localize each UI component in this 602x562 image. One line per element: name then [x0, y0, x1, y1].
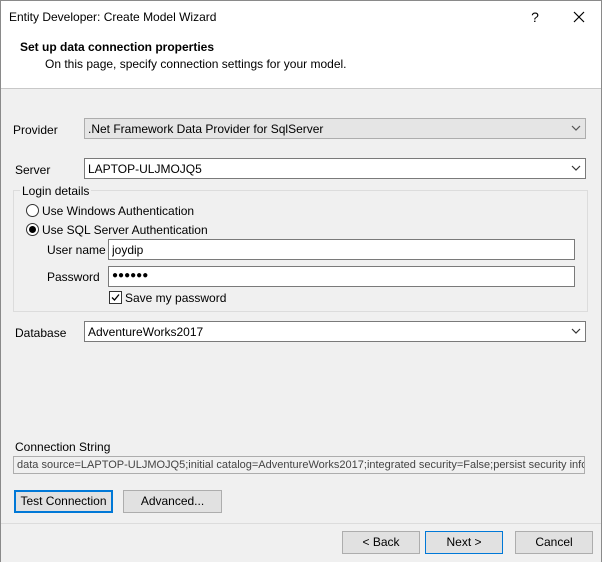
- server-value: LAPTOP-ULJMOJQ5: [88, 162, 202, 176]
- test-connection-button[interactable]: Test Connection: [14, 490, 113, 513]
- title-bar: Entity Developer: Create Model Wizard ?: [1, 1, 601, 33]
- provider-label: Provider: [13, 123, 58, 137]
- save-password-checkbox[interactable]: [109, 291, 122, 304]
- provider-value: .Net Framework Data Provider for SqlServ…: [88, 122, 324, 136]
- wizard-header: Set up data connection properties On thi…: [1, 33, 601, 89]
- username-label: User name: [47, 243, 106, 257]
- close-icon: [573, 11, 585, 23]
- login-details-legend: Login details: [20, 184, 92, 198]
- sql-auth-label[interactable]: Use SQL Server Authentication: [42, 223, 208, 237]
- save-password-label[interactable]: Save my password: [125, 291, 226, 305]
- database-combo[interactable]: AdventureWorks2017: [84, 321, 586, 342]
- chevron-down-icon: [571, 125, 581, 131]
- sql-auth-radio[interactable]: [26, 223, 39, 236]
- username-input[interactable]: [112, 242, 531, 257]
- provider-dropdown[interactable]: .Net Framework Data Provider for SqlServ…: [84, 118, 586, 139]
- create-model-wizard-window: Entity Developer: Create Model Wizard ? …: [0, 0, 602, 562]
- database-value: AdventureWorks2017: [88, 325, 204, 339]
- help-button[interactable]: ?: [518, 3, 552, 31]
- windows-auth-radio[interactable]: [26, 204, 39, 217]
- chevron-down-icon: [571, 165, 581, 171]
- window-title: Entity Developer: Create Model Wizard: [9, 10, 217, 24]
- advanced-button[interactable]: Advanced...: [123, 490, 222, 513]
- page-subtitle: On this page, specify connection setting…: [45, 57, 347, 71]
- connection-string-label: Connection String: [15, 440, 111, 454]
- cancel-button[interactable]: Cancel: [515, 531, 593, 554]
- chevron-down-icon: [571, 328, 581, 334]
- check-icon: [111, 294, 120, 301]
- close-button[interactable]: [561, 3, 597, 31]
- server-combo[interactable]: LAPTOP-ULJMOJQ5: [84, 158, 586, 179]
- back-button[interactable]: < Back: [342, 531, 420, 554]
- next-button[interactable]: Next >: [425, 531, 503, 554]
- password-value: ●●●●●●: [112, 270, 149, 281]
- connection-string-value: data source=LAPTOP-ULJMOJQ5;initial cata…: [17, 459, 585, 471]
- password-label: Password: [47, 270, 100, 284]
- username-field[interactable]: [108, 239, 575, 260]
- password-field[interactable]: ●●●●●●: [108, 266, 575, 287]
- page-title: Set up data connection properties: [20, 40, 215, 54]
- server-label: Server: [15, 163, 51, 177]
- wizard-footer: [1, 523, 601, 562]
- database-label: Database: [15, 326, 67, 340]
- connection-string-field[interactable]: data source=LAPTOP-ULJMOJQ5;initial cata…: [13, 456, 585, 474]
- windows-auth-label[interactable]: Use Windows Authentication: [42, 204, 194, 218]
